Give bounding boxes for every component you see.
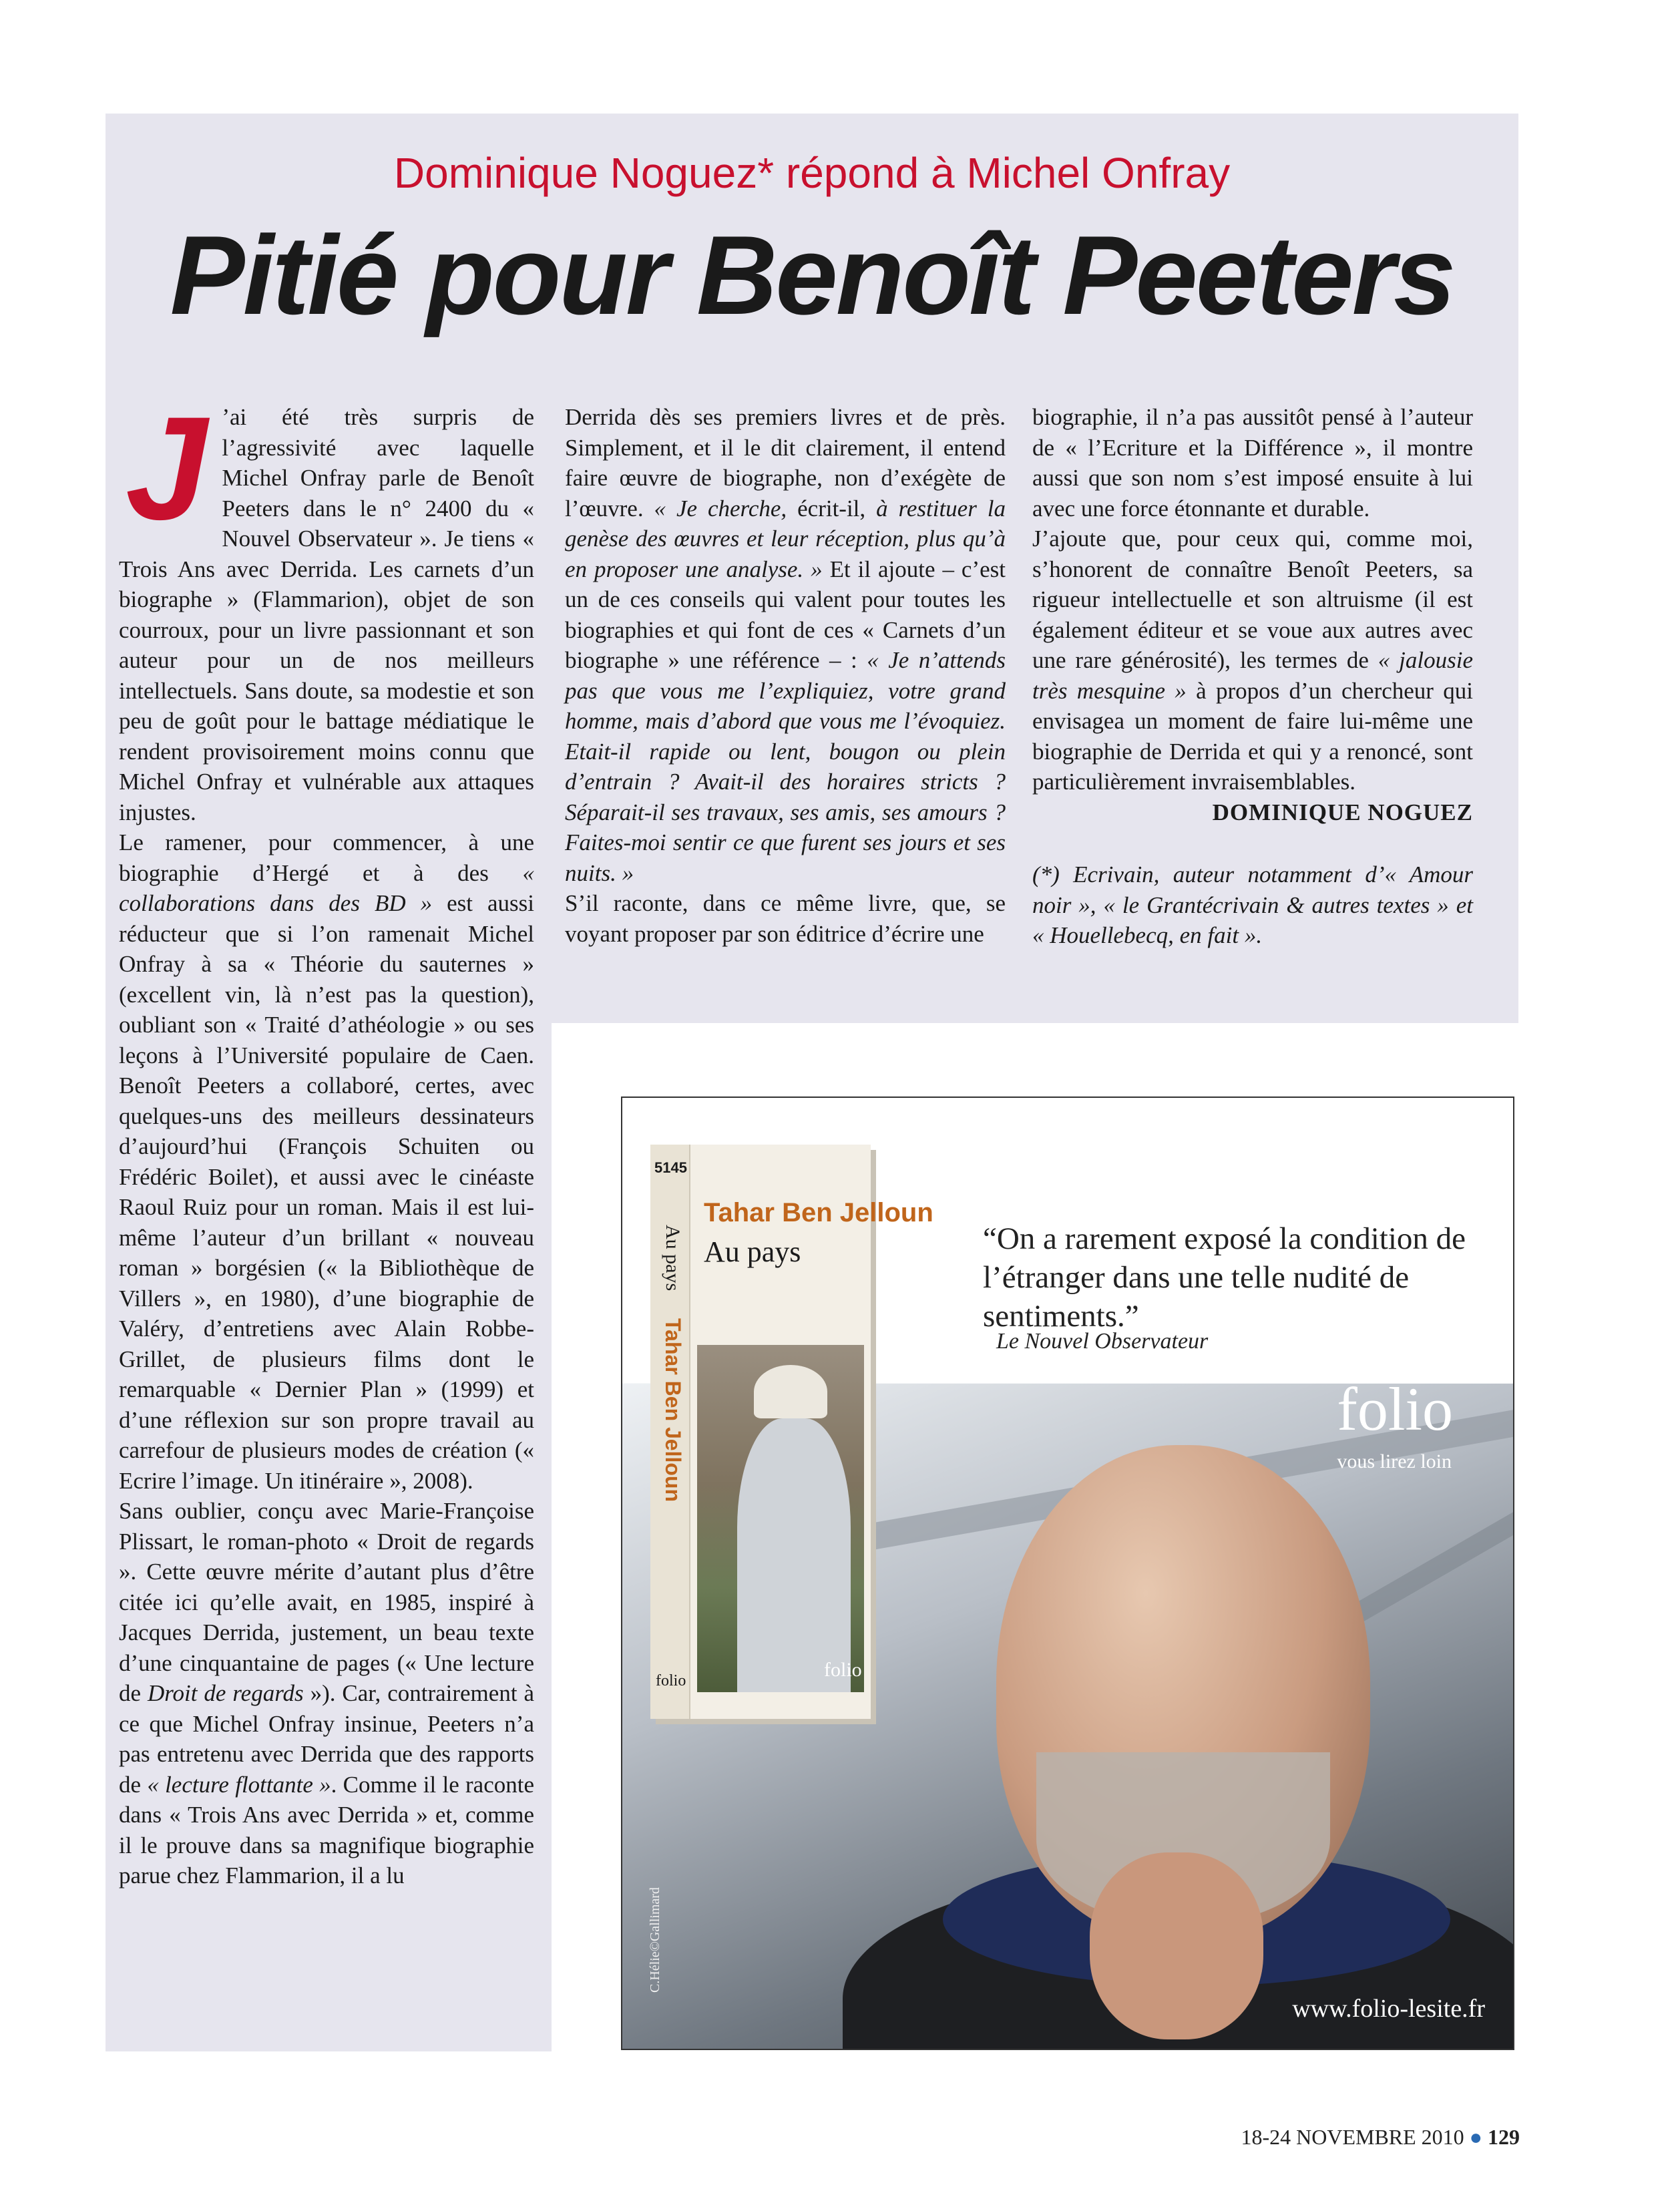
article-headline: Pitié pour Benoît Peeters xyxy=(170,212,1456,338)
text-run: écrit-il, xyxy=(787,495,877,522)
paragraph-3: Sans oublier, conçu avec Marie-Françoise… xyxy=(119,1496,534,1891)
folio-logo: folio xyxy=(1337,1375,1453,1443)
bullet-icon: ● xyxy=(1469,2125,1482,2149)
book-cover-figure xyxy=(737,1418,851,1692)
title-run: Droit de regards xyxy=(147,1680,304,1706)
ad-website: www.folio-lesite.fr xyxy=(1292,1995,1485,2023)
issue-date: 18-24 NOVEMBRE 2010 xyxy=(1241,2125,1464,2149)
page-number: 129 xyxy=(1488,2125,1520,2149)
paragraph-5: S’il raconte, dans ce même livre, que, s… xyxy=(565,890,1006,947)
book-spine-author: Tahar Ben Jelloun xyxy=(661,1318,685,1503)
text-run: est aussi réducteur que si l’on ramenait… xyxy=(119,890,534,1494)
article-column-1: J’ai été très surpris de l’agressivité a… xyxy=(119,386,534,1891)
book-title: Au pays xyxy=(704,1235,801,1268)
article-column-2: Derrida dès ses premiers livres et de pr… xyxy=(565,402,1006,949)
folio-advertisement: 5145 Au pays Tahar Ben Jelloun folio Tah… xyxy=(621,1097,1514,2050)
paragraph-7: J’ajoute que, pour ceux qui, comme moi, … xyxy=(1032,524,1473,797)
quote-run: « Je n’attends pas que vous me l’expliqu… xyxy=(565,647,1006,886)
book-cover-brand: folio xyxy=(824,1659,862,1681)
photo-credit: C.Hélie©Gallimard xyxy=(648,1887,662,1993)
paragraph-6: biographie, il n’a pas aussitôt pensé à … xyxy=(1032,404,1473,522)
text-run: Sans oublier, conçu avec Marie-Françoise… xyxy=(119,1498,534,1706)
paragraph-4: Derrida dès ses premiers livres et de pr… xyxy=(565,402,1006,888)
folio-tagline: vous lirez loin xyxy=(1337,1450,1452,1472)
ad-quote-source: Le Nouvel Observateur xyxy=(996,1329,1209,1354)
text-run: Le ramener, pour commencer, à une biogra… xyxy=(119,829,534,886)
paragraph-1: J’ai été très surpris de l’agressivité a… xyxy=(119,386,534,827)
quote-run: « lecture flottante » xyxy=(147,1771,331,1798)
author-photo-hand xyxy=(1090,1852,1263,2039)
quote-run: « Je cherche, xyxy=(654,495,787,522)
book-spine-brand: folio xyxy=(656,1672,686,1690)
page-footer: 18-24 NOVEMBRE 2010 ● 129 xyxy=(1241,2125,1520,2150)
ad-quote: “On a rarement exposé la condition de l’… xyxy=(983,1221,1466,1334)
article-kicker: Dominique Noguez* répond à Michel Onfray xyxy=(393,149,1231,197)
book-number: 5145 xyxy=(654,1159,687,1176)
drop-cap: J xyxy=(126,386,208,550)
book-cover-figure-cap xyxy=(754,1365,827,1418)
author-footnote: (*) Ecrivain, auteur notamment d’« Amour… xyxy=(1032,861,1473,948)
book-cover: 5145 Au pays Tahar Ben Jelloun folio Tah… xyxy=(650,1145,933,1719)
book-author: Tahar Ben Jelloun xyxy=(704,1198,933,1227)
paragraph-2: Le ramener, pour commencer, à une biogra… xyxy=(119,827,534,1496)
author-signature: DOMINIQUE NOGUEZ xyxy=(1212,799,1473,825)
article-column-3: biographie, il n’a pas aussitôt pensé à … xyxy=(1032,402,1473,951)
